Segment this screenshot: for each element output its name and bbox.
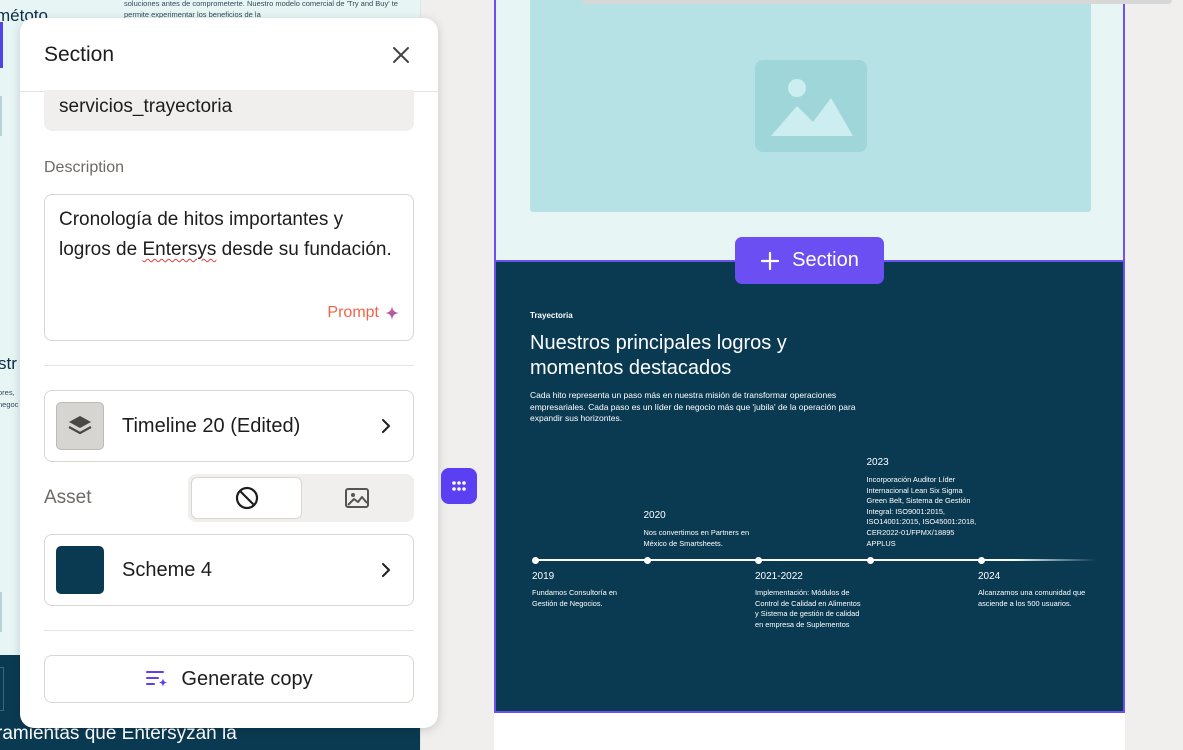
- close-icon: [393, 47, 409, 63]
- image-icon: [344, 488, 369, 508]
- generate-text-icon: [146, 671, 168, 687]
- floating-toolbar-edge: [582, 0, 1172, 4]
- chevron-right-icon: [382, 563, 390, 577]
- sparkle-icon: [385, 306, 399, 320]
- close-button[interactable]: [390, 44, 412, 66]
- background-heading-fragment-2: str: [0, 354, 17, 373]
- description-label: Description: [44, 159, 125, 176]
- panel-title: Section: [44, 43, 115, 66]
- preview-canvas: Section Trayectoria Nuestros principales…: [494, 0, 1172, 750]
- selection-accent: [0, 22, 3, 68]
- layout-label: Timeline 20 (Edited): [122, 414, 301, 437]
- panel-divider: [44, 365, 414, 366]
- next-section: [494, 713, 1125, 750]
- asset-toggle: [188, 474, 414, 522]
- previous-section[interactable]: [494, 0, 1172, 260]
- timeline-year: 2024: [978, 571, 1001, 582]
- layout-selector[interactable]: Timeline 20 (Edited): [44, 390, 414, 462]
- background-text-fragment-2: ores, negoc: [0, 388, 19, 409]
- prompt-button[interactable]: Prompt: [327, 298, 399, 328]
- scheme-label: Scheme 4: [122, 558, 213, 581]
- description-text: Cronología de hitos importantes y logros…: [59, 209, 392, 260]
- panel-divider-2: [44, 630, 414, 631]
- image-placeholder-icon: [754, 60, 867, 152]
- timeline-dot: [643, 556, 651, 564]
- misspelled-word: Entersys: [142, 239, 217, 260]
- layers-icon: [68, 416, 92, 435]
- timeline-intro: Cada hito representa un paso más en nues…: [530, 390, 856, 423]
- scheme-swatch: [56, 546, 104, 594]
- timeline-milestone-text: Alcanzamos una comunidad que asciende a …: [978, 588, 1086, 608]
- section-panel: Section servicios_trayectoria Descriptio…: [20, 18, 438, 728]
- color-scheme-selector[interactable]: Scheme 4: [44, 534, 414, 606]
- timeline-milestone-text: Implementación: Módulos de Control de Ca…: [755, 588, 861, 629]
- background-divider: [0, 96, 2, 136]
- no-image-icon: [235, 486, 258, 510]
- timeline-milestone-text: Incorporación Auditor Líder Internaciona…: [866, 475, 977, 548]
- timeline-year: 2019: [532, 571, 555, 582]
- timeline-year: 2021-2022: [755, 571, 803, 582]
- section-drag-handle[interactable]: [441, 468, 477, 504]
- timeline-year: 2023: [866, 457, 889, 468]
- grip-dots-icon: [452, 481, 466, 491]
- timeline-year: 2020: [643, 510, 666, 521]
- generate-copy-button[interactable]: Generate copy: [44, 655, 414, 703]
- background-card-edge: [0, 667, 4, 711]
- timeline-milestone-text: Fundamos Consultoría en Gestión de Negoc…: [532, 588, 618, 608]
- timeline-dot: [755, 556, 762, 564]
- generate-copy-label: Generate copy: [181, 667, 313, 690]
- timeline-milestone-text: Nos convertimos en Partners en México de…: [643, 528, 750, 548]
- chevron-right-icon: [382, 419, 390, 433]
- background-divider-2: [0, 592, 2, 632]
- prompt-label: Prompt: [327, 304, 379, 321]
- timeline-section[interactable]: Trayectoria Nuestros principales logros …: [494, 260, 1125, 713]
- timeline-dot: [866, 556, 874, 564]
- add-section-label: Section: [792, 249, 859, 271]
- section-name-field[interactable]: servicios_trayectoria: [44, 90, 414, 131]
- timeline-dot: [978, 556, 985, 564]
- add-section-button[interactable]: Section: [735, 237, 884, 284]
- timeline-heading: Nuestros principales logros y momentos d…: [530, 332, 787, 379]
- asset-label: Asset: [44, 487, 92, 508]
- asset-image-option[interactable]: [302, 477, 411, 519]
- timeline-eyebrow: Trayectoria: [530, 311, 573, 320]
- layout-thumbnail: [56, 402, 104, 450]
- image-placeholder[interactable]: [530, 0, 1091, 212]
- asset-none-option[interactable]: [191, 477, 302, 519]
- background-text-fragment: soluciones antes de comprometerte. Nuest…: [124, 0, 398, 19]
- plus-icon: [761, 251, 780, 270]
- panel-header: Section: [20, 18, 438, 92]
- timeline-line: [536, 559, 1096, 561]
- description-textarea[interactable]: Cronología de hitos importantes y logros…: [44, 194, 414, 341]
- timeline-dot: [532, 556, 539, 564]
